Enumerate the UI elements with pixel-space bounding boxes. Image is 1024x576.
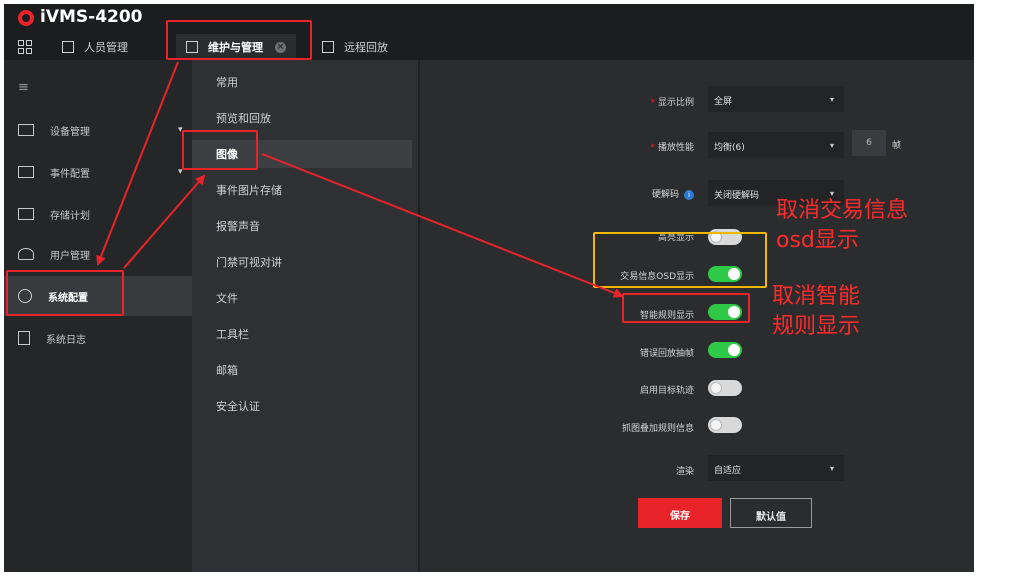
sidebar-item-system-log[interactable]: 系统日志 [4,318,192,358]
highlight-box-image-item [182,130,258,170]
toggle-knob [710,382,722,394]
annotation-line: 规则显示 [772,314,861,339]
personnel-icon [62,41,74,53]
submenu-item-access-intercom[interactable]: 门禁可视对讲 [192,248,412,276]
tab-personnel[interactable]: 人员管理 [62,34,128,60]
sidebar-item-label: 事件配置 [50,168,90,180]
hardware-decode-label: 硬解码 i [652,187,694,200]
highlight-box-smart-rule [622,293,750,323]
title-bar: iVMS-4200 人员管理 维护与管理 × 远程回放 [4,4,974,60]
submenu-item-preview-playback[interactable]: 预览和回放 [192,104,412,132]
select-value: 全屏 [714,97,733,107]
submenu-item-email[interactable]: 邮箱 [192,356,412,384]
frames-unit: 帧 [892,141,902,151]
submenu-item-security-auth[interactable]: 安全认证 [192,392,412,420]
sidebar-item-label: 用户管理 [50,250,90,262]
target-track-toggle[interactable] [708,380,742,396]
submenu-item-toolbar[interactable]: 工具栏 [192,320,412,348]
storage-icon [18,208,34,220]
logo-icon [18,10,34,26]
user-icon [18,248,34,260]
playback-performance-select[interactable]: 均衡(6) ▾ [708,132,844,158]
sidebar-item-storage-schedule[interactable]: 存储计划 [4,194,192,234]
sidebar: ≡ 设备管理 ▾ 事件配置 ▾ 存储计划 用户管理 系统配置 系统日志 [4,60,192,572]
sidebar-item-label: 存储计划 [50,210,90,222]
playback-icon [322,41,334,53]
display-ratio-select[interactable]: 全屏 ▾ [708,86,844,112]
sidebar-item-label: 设备管理 [50,126,90,138]
chevron-down-icon: ▾ [829,95,834,104]
snapshot-rule-toggle[interactable] [708,417,742,433]
frame-skip-label: 错误回放抽帧 [639,349,694,359]
module-grid-icon[interactable] [18,40,32,54]
sidebar-item-device-management[interactable]: 设备管理 ▾ [4,110,192,150]
device-icon [18,124,34,136]
menu-icon[interactable]: ≡ [18,80,29,95]
chevron-down-icon: ▾ [829,141,834,150]
log-icon [18,331,30,345]
chevron-down-icon: ▾ [829,464,834,473]
select-value: 关闭硬解码 [714,191,760,201]
playback-performance-label: * 播放性能 [650,143,694,153]
annotation-line: 取消交易信息 [776,198,909,223]
submenu-item-general[interactable]: 常用 [192,68,412,96]
highlight-box-maintenance-tab [166,20,312,60]
required-mark: * [650,98,655,108]
sidebar-item-user-management[interactable]: 用户管理 [4,234,192,274]
render-select[interactable]: 自适应 ▾ [708,455,844,481]
annotation-line: 取消智能 [772,284,861,309]
required-mark: * [650,143,655,153]
info-icon[interactable]: i [684,190,694,200]
render-label: 渲染 [675,467,694,477]
annotation-note-osd: 取消交易信息 osd显示 [776,196,908,256]
highlight-box-transaction-osd [593,232,767,288]
annotation-line: osd显示 [776,228,859,253]
select-value: 自适应 [714,466,742,476]
toggle-knob [710,419,722,431]
save-button[interactable]: 保存 [638,498,722,528]
tab-label: 人员管理 [84,41,128,54]
default-button[interactable]: 默认值 [730,498,812,528]
highlight-box-system-config [6,270,124,316]
submenu-item-alarm-sound[interactable]: 报警声音 [192,212,412,240]
frames-input[interactable]: 6 [852,130,886,156]
sidebar-item-label: 系统日志 [46,334,86,346]
submenu-item-event-picture-storage[interactable]: 事件图片存储 [192,176,412,204]
tab-remote-playback[interactable]: 远程回放 [322,34,388,60]
app-title: iVMS-4200 [40,7,143,27]
frame-skip-toggle[interactable] [708,342,742,358]
display-ratio-label: * 显示比例 [650,98,694,108]
target-track-label: 启用目标轨迹 [639,386,694,396]
toggle-knob [728,344,740,356]
tab-label: 远程回放 [344,41,388,54]
sidebar-item-event-config[interactable]: 事件配置 ▾ [4,152,192,192]
snapshot-rule-label: 抓图叠加规则信息 [621,424,694,434]
annotation-note-smart-rule: 取消智能 规则显示 [772,282,860,342]
event-icon [18,166,34,178]
select-value: 均衡(6) [714,143,745,153]
submenu-item-file[interactable]: 文件 [192,284,412,312]
